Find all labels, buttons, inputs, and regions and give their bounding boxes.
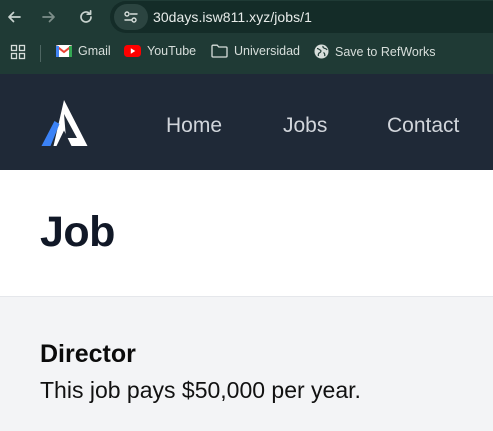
browser-chrome: 30days.isw811.xyz/jobs/1 Gmail YouTube U… [0,0,493,74]
site-logo[interactable] [40,99,88,152]
site-info-button[interactable] [114,4,148,30]
page-heading-band: Job [0,170,493,297]
youtube-icon [124,45,141,57]
bookmarks-divider [40,45,41,62]
apps-button[interactable] [10,44,26,60]
back-button[interactable] [1,5,27,29]
arrow-left-icon [8,11,21,23]
address-bar[interactable]: 30days.isw811.xyz/jobs/1 [110,1,493,33]
globe-icon [314,44,329,59]
job-content: Director This job pays $50,000 per year. [0,297,493,431]
site-header: Home Jobs Contact [0,74,493,170]
nav-jobs[interactable]: Jobs [283,114,327,138]
nav-home[interactable]: Home [166,114,222,138]
bookmark-gmail[interactable]: Gmail [56,44,111,58]
url-text[interactable]: 30days.isw811.xyz/jobs/1 [153,9,312,25]
logo-mark-icon [41,100,88,146]
apps-grid-icon [10,44,26,60]
forward-button[interactable] [36,5,62,29]
reload-button[interactable] [73,5,99,29]
page-title: Job [40,208,115,256]
bookmark-label: Gmail [78,44,111,58]
folder-icon [211,44,228,58]
reload-icon [80,9,92,23]
nav-contact[interactable]: Contact [387,114,459,138]
bookmark-label: Universidad [234,44,301,58]
job-title: Director [40,340,136,368]
bookmark-youtube[interactable]: YouTube [124,44,196,58]
browser-toolbar: 30days.isw811.xyz/jobs/1 [0,0,493,34]
arrow-right-icon [42,11,55,23]
bookmark-universidad[interactable]: Universidad [211,44,300,58]
bookmark-refworks[interactable]: Save to RefWorks [314,44,436,59]
gmail-icon [56,45,72,57]
bookmarks-bar: Gmail YouTube Universidad Save to RefWor… [0,34,493,72]
bookmark-label: Save to RefWorks [335,44,436,59]
bookmark-label: YouTube [147,44,197,58]
job-description: This job pays $50,000 per year. [40,377,361,403]
tune-icon [124,11,138,23]
